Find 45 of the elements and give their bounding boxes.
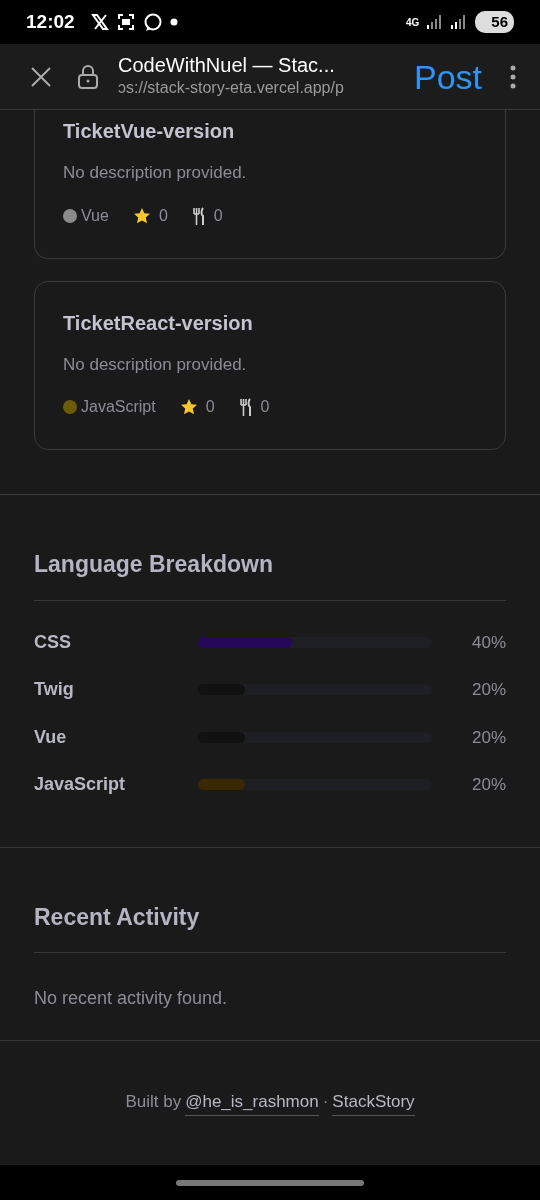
notification-dot-icon: [169, 18, 178, 26]
menu-icon[interactable]: [510, 64, 516, 89]
home-handle[interactable]: [176, 1179, 364, 1186]
fork-count: 0: [260, 397, 270, 417]
language-name: JavaScript: [34, 773, 127, 797]
status-time: 12:02: [26, 9, 75, 34]
signal-icon: [427, 15, 444, 29]
lock-icon: [78, 64, 98, 89]
percentage-label: 20%: [471, 774, 506, 796]
page-url: ɔs://stack-story-eta.vercel.app/p: [118, 77, 345, 98]
close-icon[interactable]: [30, 65, 52, 88]
star-icon: [179, 398, 198, 416]
post-button[interactable]: Post: [413, 59, 482, 94]
language-name: Twig: [34, 678, 75, 702]
star-count: 0: [158, 205, 168, 226]
fork-knife-icon: [238, 398, 253, 416]
repo-name[interactable]: TicketVue-version: [63, 116, 477, 146]
footer-text: Built by: [125, 1091, 182, 1113]
battery-indicator: 56: [475, 10, 514, 34]
empty-message: No recent activity found.: [34, 987, 229, 1010]
percentage-label: 20%: [471, 679, 506, 701]
screenshot-icon: [116, 13, 135, 31]
percentage-label: 40%: [471, 631, 506, 654]
signal-icon: [451, 15, 468, 29]
x-logo-icon: [90, 13, 109, 31]
language-label: Vue: [81, 205, 109, 226]
repo-name[interactable]: TicketReact-version: [63, 307, 477, 338]
section-heading: Recent Activity: [34, 847, 506, 953]
site-link[interactable]: StackStory: [332, 1089, 415, 1116]
author-link[interactable]: @he_is_rashmon: [185, 1089, 319, 1116]
percentage-label: 20%: [471, 726, 506, 749]
repo-description: No description provided.: [63, 353, 248, 376]
separator-dot: ·: [322, 1091, 329, 1113]
language-name: Vue: [34, 725, 68, 749]
fork-knife-icon: [191, 206, 206, 225]
network-label: 4G: [405, 15, 420, 30]
star-count: 0: [205, 397, 215, 417]
section-heading: Language Breakdown: [34, 495, 506, 601]
repo-description: No description provided.: [63, 162, 248, 184]
fork-count: 0: [213, 205, 223, 226]
language-name: CSS: [34, 630, 72, 654]
language-label: JavaScript: [81, 397, 156, 417]
chat-icon: [142, 12, 162, 32]
star-icon: [132, 206, 151, 225]
page-title: CodeWithNuel — Stac...: [118, 53, 336, 76]
